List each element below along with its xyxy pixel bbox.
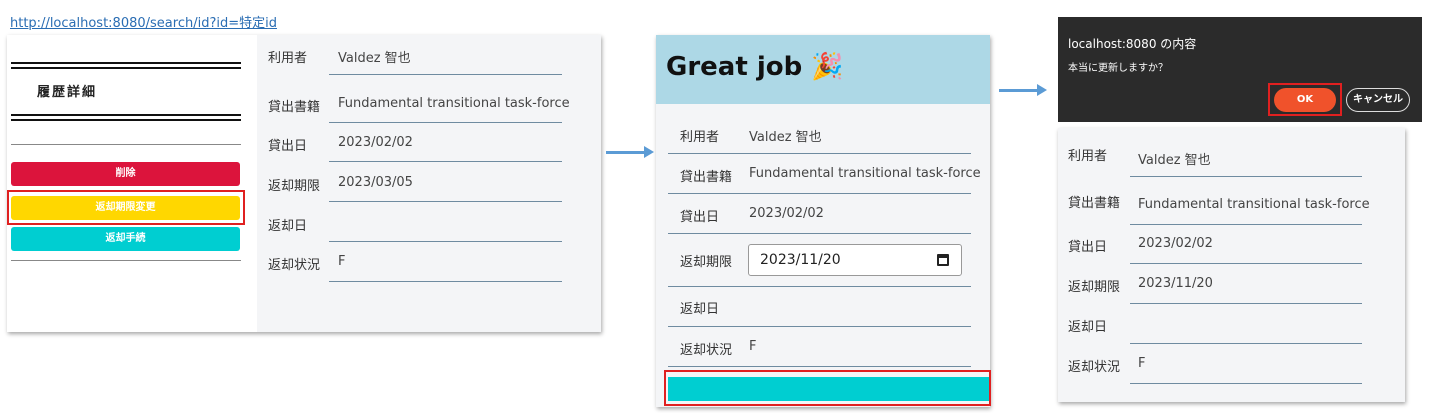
value-book: Fundamental transitional task-force [1138,197,1370,212]
label-due-date: 返却期限 [1068,280,1121,295]
history-detail-panel: 履歴詳細 削除 返却期限変更 返却手続 利用者 Valdez 智也 貸出書籍 F… [7,35,601,332]
highlight-box [7,190,245,225]
due-date-input[interactable]: 2023/11/20 [748,244,962,276]
label-book: 貸出書籍 [268,100,321,115]
label-return-status: 返却状況 [680,343,733,358]
highlight-box [1268,83,1342,116]
value-user: Valdez 智也 [749,130,822,145]
confirm-dialog: localhost:8080 の内容 本当に更新しますか？ OK キャンセル [1058,17,1422,122]
label-return-date: 返却日 [268,219,308,234]
label-due-date: 返却期限 [268,179,321,194]
label-book: 貸出書籍 [1068,196,1121,211]
label-loan-date: 貸出日 [1068,240,1108,255]
dialog-message: 本当に更新しますか？ [1068,63,1168,74]
value-book: Fundamental transitional task-force [338,96,570,111]
divider [11,62,241,69]
value-due-date: 2023/03/05 [338,175,413,190]
sidebar: 履歴詳細 削除 返却期限変更 返却手続 [7,35,257,332]
label-loan-date: 貸出日 [268,139,308,154]
header: Great job 🎉 [656,35,990,104]
label-return-date: 返却日 [1068,320,1108,335]
label-loan-date: 貸出日 [680,210,720,225]
arrow-head [644,146,654,158]
page-title: 履歴詳細 [37,85,98,100]
due-date-value: 2023/11/20 [760,252,841,268]
value-return-status: F [1138,356,1146,371]
detail-table: 利用者 Valdez 智也 貸出書籍 Fundamental transitio… [257,35,601,332]
value-user: Valdez 智也 [1138,153,1211,168]
divider [11,144,241,145]
divider [11,114,241,121]
value-return-status: F [338,254,346,269]
label-due-date: 返却期限 [680,255,733,270]
edit-panel: Great job 🎉 利用者 Valdez 智也 貸出書籍 Fundament… [656,35,990,407]
value-return-status: F [749,339,757,354]
label-user: 利用者 [1068,149,1108,164]
value-loan-date: 2023/02/02 [338,135,413,150]
updated-detail-panel: 利用者 Valdez 智也 貸出書籍 Fundamental transitio… [1058,128,1405,402]
page-title: Great job 🎉 [666,52,844,82]
cancel-button[interactable]: キャンセル [1346,88,1410,112]
value-loan-date: 2023/02/02 [749,206,824,221]
arrow-head [1037,84,1047,96]
value-book: Fundamental transitional task-force [749,166,981,181]
highlight-box [664,370,991,406]
label-user: 利用者 [268,51,308,66]
delete-button[interactable]: 削除 [11,162,240,186]
value-due-date: 2023/11/20 [1138,276,1213,291]
dialog-title: localhost:8080 の内容 [1068,37,1197,51]
divider [11,260,241,261]
label-return-status: 返却状況 [268,258,321,273]
label-return-date: 返却日 [680,302,720,317]
url-link[interactable]: http://localhost:8080/search/id?id=特定id [10,12,277,31]
label-user: 利用者 [680,130,720,145]
arrow-right [606,151,644,154]
return-procedure-button[interactable]: 返却手続 [11,227,240,251]
label-book: 貸出書籍 [680,170,733,185]
calendar-icon[interactable] [937,254,949,266]
arrow-right [999,89,1037,92]
label-return-status: 返却状況 [1068,360,1121,375]
value-loan-date: 2023/02/02 [1138,236,1213,251]
value-user: Valdez 智也 [338,51,411,66]
